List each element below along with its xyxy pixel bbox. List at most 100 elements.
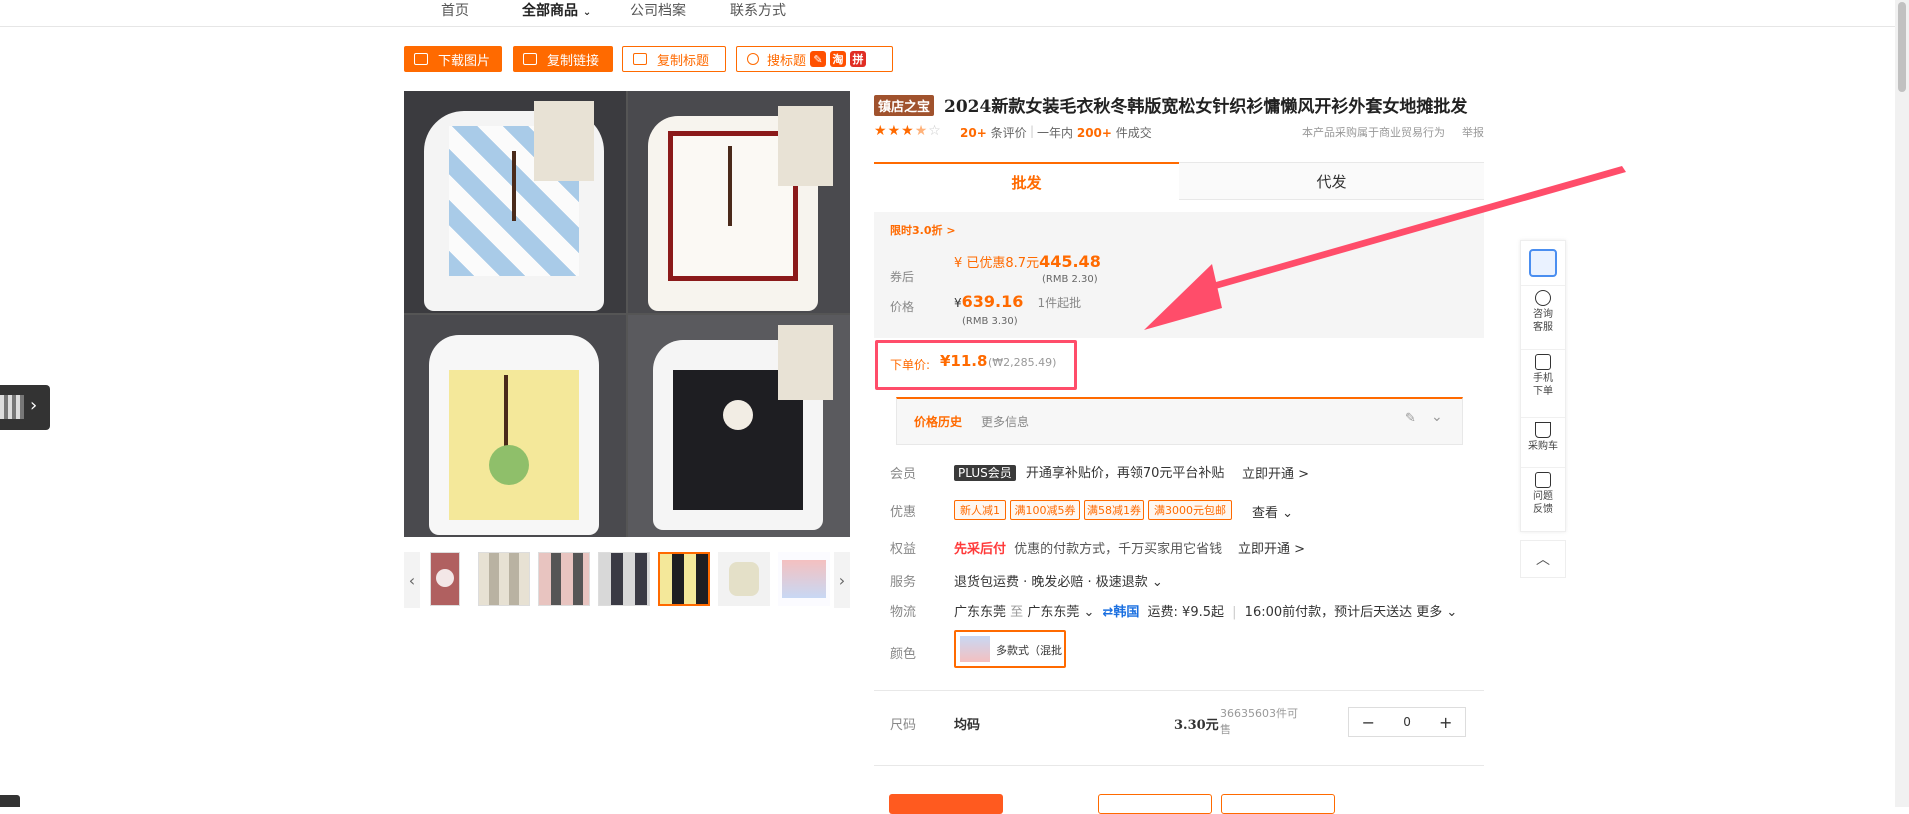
delivery-estimate[interactable]: 16:00前付款，预计后天送达 更多 ⌄ [1245,605,1458,620]
left-bottom-widget[interactable] [0,795,20,807]
order-price-krw: (₩2,285.49) [988,356,1057,369]
cart-tool[interactable]: 采购车 [1521,417,1565,453]
search-icon [747,53,759,65]
store-badge: 镇店之宝 [874,95,935,116]
reviews-summary[interactable]: 20+ 条评价 [960,124,1027,141]
star-half-icon: ★ [914,123,929,139]
thumbnail[interactable] [718,552,770,606]
logistics-row: 广东东莞 至 广东东莞 ⌄ ⇄韩国 运费: ¥9.5起 | 16:00前付款，预… [954,605,1458,620]
coupon-tag[interactable]: 满100减5券 [1010,500,1080,520]
ship-from: 广东东莞 [954,605,1007,620]
nav-all-products[interactable]: 全部商品 ⌄ [522,0,591,20]
order-price-value: ¥11.8 [940,352,988,370]
mobile-order-tool[interactable]: 手机下单 [1521,349,1565,398]
copy-link-button[interactable]: 复制链接 [513,46,613,72]
coupon-tag[interactable]: 新人减1 [954,500,1006,520]
translate-icon [1529,249,1557,277]
side-toolbar: 咨询客服 手机下单 采购车 问题反馈 [1520,240,1566,532]
logistics-label: 物流 [890,605,917,620]
image-quadrant [628,315,850,537]
chevron-right-icon[interactable]: › [834,552,850,608]
rights-activate-link[interactable]: 立即开通 > [1238,538,1305,557]
price-label: 价格 [890,300,915,314]
service-guarantees[interactable]: 退货包运费 · 晚发必赔 · 极速退款 ⌄ [954,571,1163,590]
sold-count: 200+ [1076,126,1112,140]
video-thumbnail[interactable] [430,552,460,606]
main-product-image[interactable] [404,91,850,537]
service-label: 服务 [890,575,917,590]
tab-more-info[interactable]: 更多信息 [981,413,1029,430]
reviews-count: 20+ [960,126,987,140]
pay-later-highlight: 先采后付 [954,542,1007,557]
image-quadrant [628,91,850,313]
divider [874,690,1484,691]
star-icon: ★ [887,123,902,139]
flash-sale-tag[interactable]: 限时3.0折 > [890,222,956,238]
chevron-up-icon: ︿ [1536,552,1550,568]
consult-tool[interactable]: 咨询客服 [1521,285,1565,334]
increment-button[interactable]: + [1426,713,1465,732]
size-value: 均码 [954,718,981,733]
price-history-panel: 价格历史 更多信息 ✎ ⌄ [896,397,1463,445]
chat-icon [1535,290,1551,306]
shipping-fee: 运费: ¥9.5起 [1147,605,1224,620]
color-option-selected[interactable]: 多款式（混批 [954,630,1066,668]
coupon-tag[interactable]: 满3000元包邮 [1148,500,1232,520]
thumbnail[interactable] [778,552,830,606]
image-icon [414,53,428,65]
left-floating-widget[interactable]: › [0,385,50,430]
quantity-input[interactable]: 0 [1388,715,1427,729]
download-images-button[interactable]: 下载图片 [404,46,502,72]
copy-icon [633,53,647,65]
price-rmb: (RMB 3.30) [962,316,1018,327]
image-quadrant [404,315,626,537]
coupon-tag[interactable]: 满58减1券 [1084,500,1144,520]
search-title-button[interactable]: 搜标题 ✎ 淘 拼 [736,46,893,72]
color-label: 颜色 [890,647,917,662]
member-activate-link[interactable]: 立即开通 > [1242,463,1309,482]
ship-to-select[interactable]: 广东东莞 ⌄ [1027,605,1094,620]
rights-label: 权益 [890,542,917,557]
unit-price: ¥639.16 1件起批 [954,292,1082,311]
quantity-stepper: − 0 + [1348,707,1466,737]
tab-price-history[interactable]: 价格历史 [914,413,962,430]
thumbnail[interactable] [598,552,650,606]
discount-view-link[interactable]: 查看 ⌄ [1252,502,1293,521]
rights-row: 先采后付 优惠的付款方式，千万买家用它省钱 [954,542,1223,557]
decrement-button[interactable]: − [1349,713,1388,732]
order-price-box: 下单价: ¥11.8 (₩2,285.49) [875,340,1077,390]
discount-label: 优惠 [890,505,917,520]
korea-route[interactable]: ⇄韩国 [1102,605,1139,620]
thumbnail[interactable] [538,552,590,606]
scrollbar-thumb[interactable] [1898,2,1906,92]
nav-home[interactable]: 首页 [441,0,469,20]
page-scrollbar[interactable] [1895,0,1909,807]
thumbnail[interactable] [478,552,530,606]
star-empty-icon: ☆ [928,123,942,139]
thumbnail-selected[interactable] [658,552,710,606]
add-to-cart-button[interactable] [1098,794,1212,814]
member-row: PLUS会员 开通享补贴价，再领70元平台补贴 [954,462,1224,481]
order-button[interactable] [889,794,1003,814]
scroll-to-top-button[interactable]: ︿ [1520,540,1566,578]
report-link[interactable]: 举报 [1462,124,1484,140]
nav-contact[interactable]: 联系方式 [730,0,786,20]
edit-icon [1535,472,1551,488]
cart-icon [1535,422,1551,438]
pdd-badge[interactable]: 拼 [850,51,867,67]
translate-tool[interactable] [1521,249,1565,277]
chevron-down-icon[interactable]: ⌄ [1431,409,1443,425]
divider [874,765,1484,766]
after-coupon-label: 券后 [890,270,915,284]
dropship-button[interactable] [1221,794,1335,814]
copy-title-button[interactable]: 复制标题 [622,46,726,72]
size-price: 3.30元 [1174,718,1219,733]
after-coupon-price: ¥ 已优惠8.7元445.48 [954,252,1101,271]
nav-company-profile[interactable]: 公司档案 [630,0,686,20]
chevron-left-icon[interactable]: ‹ [404,552,420,608]
product-title: 2024新款女装毛衣秋冬韩版宽松女针织衫慵懒风开衫外套女地摊批发 [944,97,1468,117]
color-option-thumbnail [960,636,990,662]
edit-icon[interactable]: ✎ [1405,411,1416,426]
feedback-tool[interactable]: 问题反馈 [1521,467,1565,516]
taobao-badge[interactable]: 淘 [830,51,847,67]
